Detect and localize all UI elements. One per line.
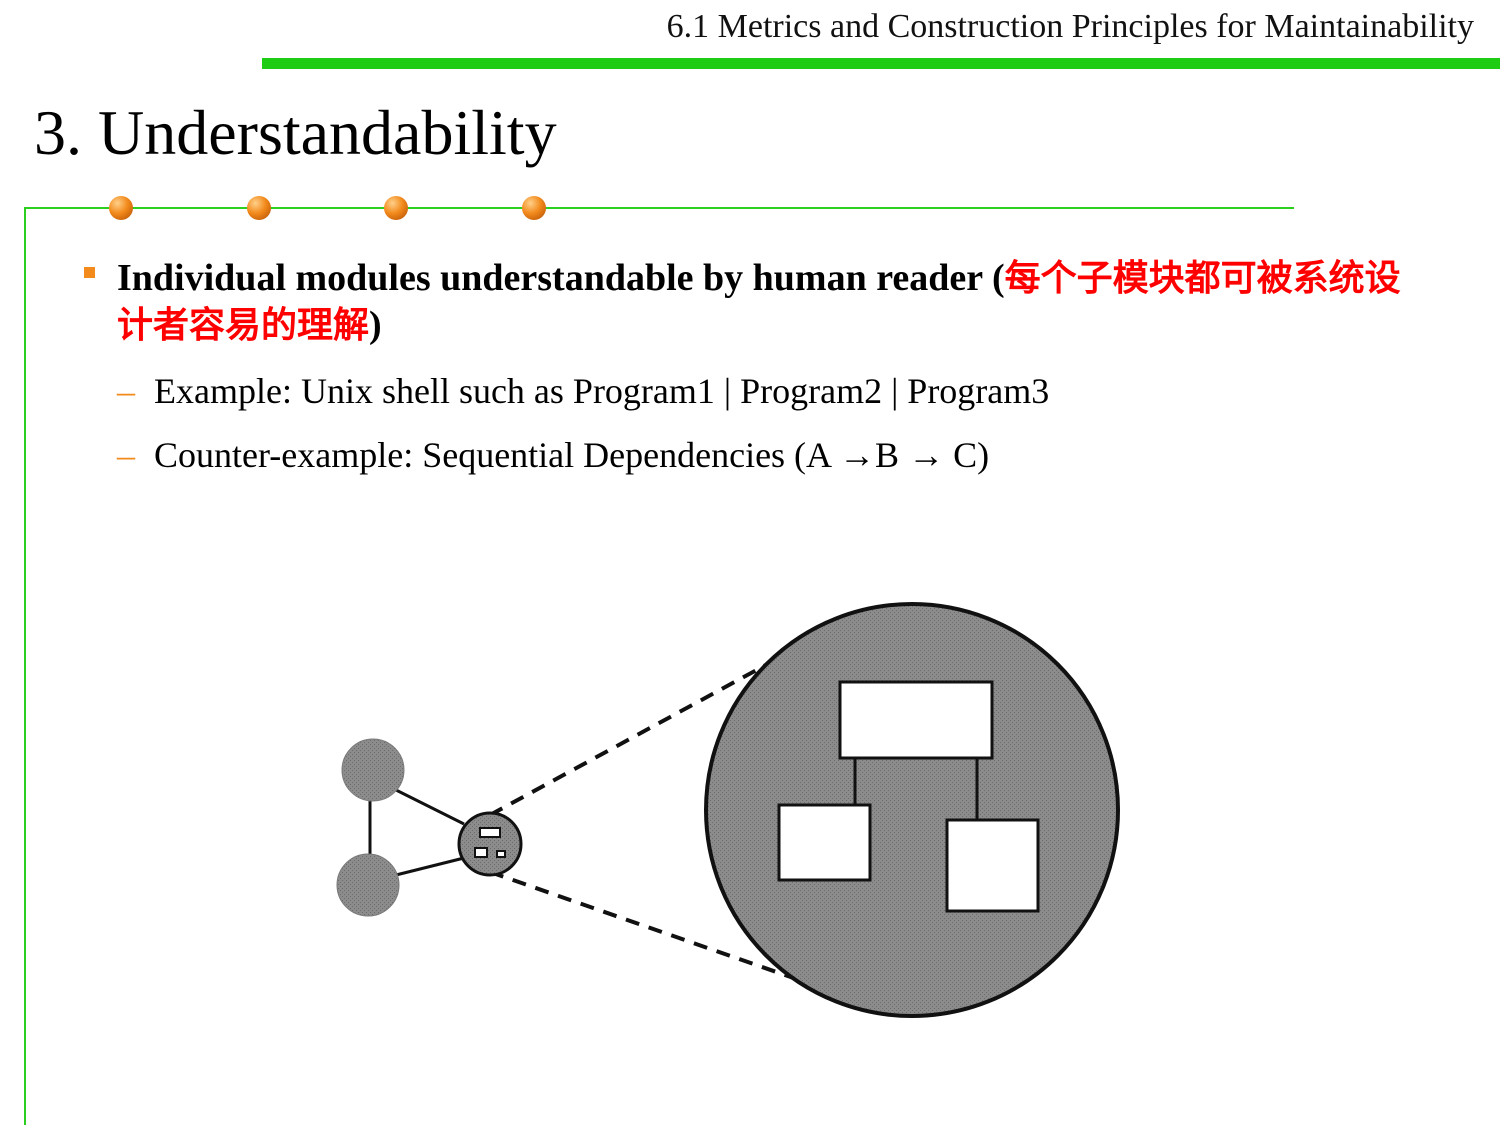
main-bullet-close: ) — [369, 304, 382, 346]
sub-bullet-text: Counter-example: Sequential Dependencies… — [154, 435, 990, 475]
content-frame-left-line — [24, 207, 26, 1125]
sub-bullet-counter-example: – Counter-example: Sequential Dependencie… — [117, 434, 989, 476]
graph-edge — [391, 786, 465, 826]
slide-title: 3. Understandability — [34, 97, 557, 168]
mini-box — [479, 827, 501, 838]
section-header-title: 6.1 Metrics and Construction Principles … — [666, 8, 1474, 45]
content-frame-top-line — [24, 207, 1294, 209]
graph-node — [336, 853, 400, 917]
magnified-module — [704, 602, 1120, 1018]
graph-node — [341, 738, 405, 802]
graph-edge — [391, 856, 465, 878]
orange-ball-icon — [109, 196, 133, 220]
orange-ball-icon — [384, 196, 408, 220]
submodule-box-top — [838, 680, 994, 760]
sub-bullet-example: – Example: Unix shell such as Program1 | … — [117, 370, 1049, 412]
dash-icon: – — [117, 435, 135, 475]
dash-icon: – — [117, 371, 135, 411]
mini-box — [474, 847, 488, 858]
sub-bullet-text: Example: Unix shell such as Program1 | P… — [154, 371, 1050, 411]
module-zoom-diagram — [336, 602, 1120, 1018]
main-bullet-english: Individual modules understandable by hum… — [117, 257, 1005, 299]
header-accent-bar — [262, 58, 1500, 69]
orange-ball-icon — [522, 196, 546, 220]
submodule-box-right — [945, 818, 1040, 913]
mini-box — [496, 850, 506, 858]
orange-ball-icon — [247, 196, 271, 220]
graph-node-module — [457, 811, 523, 877]
main-bullet-text: Individual modules understandable by hum… — [117, 255, 1407, 349]
square-bullet-icon — [84, 267, 95, 278]
submodule-box-left — [777, 803, 872, 882]
